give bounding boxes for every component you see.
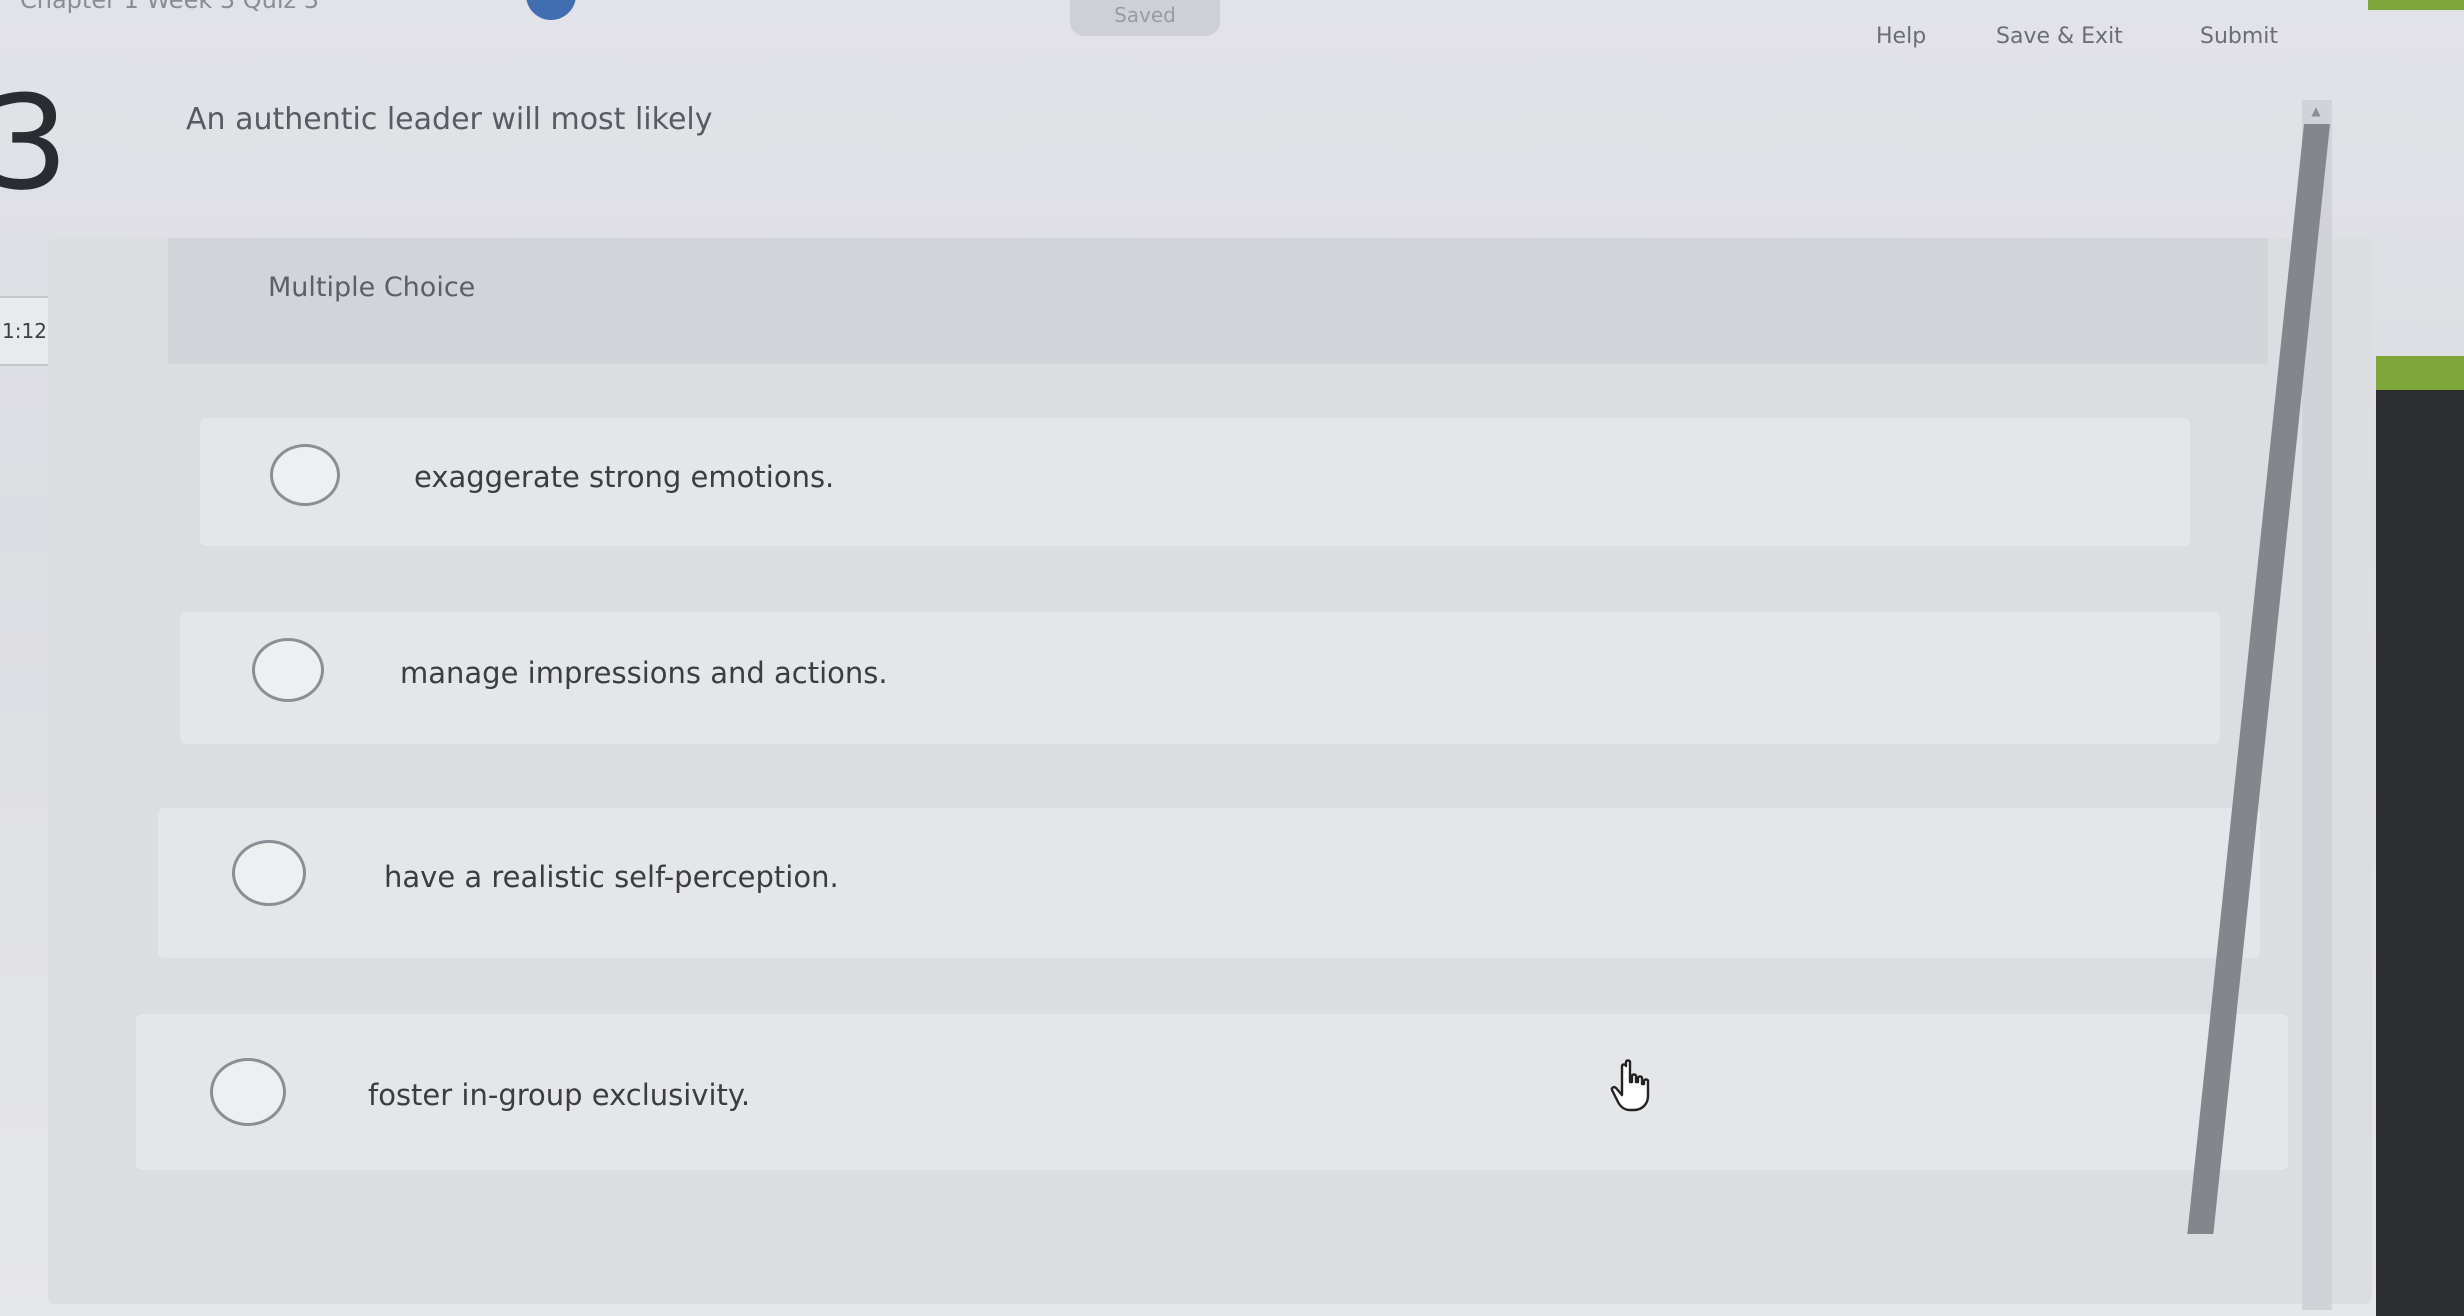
submit-link[interactable]: Submit [2200,24,2278,49]
help-link[interactable]: Help [1876,24,1926,49]
top-bar: Chapter 1 Week 3 Quiz 3 Saved Help Save … [0,0,2464,70]
answer-choice-3[interactable]: have a realistic self-perception. [158,808,2260,958]
info-icon[interactable] [526,0,576,20]
answer-choice-1[interactable]: exaggerate strong emotions. [200,418,2190,546]
quiz-page: Chapter 1 Week 3 Quiz 3 Saved Help Save … [0,0,2464,1316]
assignment-title: Chapter 1 Week 3 Quiz 3 [20,0,320,14]
answer-label: exaggerate strong emotions. [414,460,835,494]
side-panel-accent [2376,356,2464,390]
saved-status-badge: Saved [1070,0,1220,36]
answer-label: manage impressions and actions. [400,656,888,690]
accent-strip [2368,0,2464,10]
answer-label: have a realistic self-perception. [384,860,839,894]
answer-label: foster in-group exclusivity. [368,1078,751,1112]
radio-button[interactable] [232,840,306,906]
question-number: 3 [0,67,69,219]
question-type-label: Multiple Choice [268,272,476,303]
radio-button[interactable] [252,638,324,702]
radio-button[interactable] [270,444,340,506]
hand-pointer-icon [1610,1059,1650,1112]
save-exit-link[interactable]: Save & Exit [1996,24,2123,49]
answer-choice-2[interactable]: manage impressions and actions. [180,612,2220,744]
scroll-up-arrow-icon[interactable]: ▲ [2306,104,2326,118]
radio-button[interactable] [210,1058,286,1126]
question-text: An authentic leader will most likely [186,102,713,137]
question-type-header [168,238,2268,364]
side-panel-widget [2376,356,2464,1316]
answer-choice-4[interactable]: foster in-group exclusivity. [136,1014,2288,1170]
